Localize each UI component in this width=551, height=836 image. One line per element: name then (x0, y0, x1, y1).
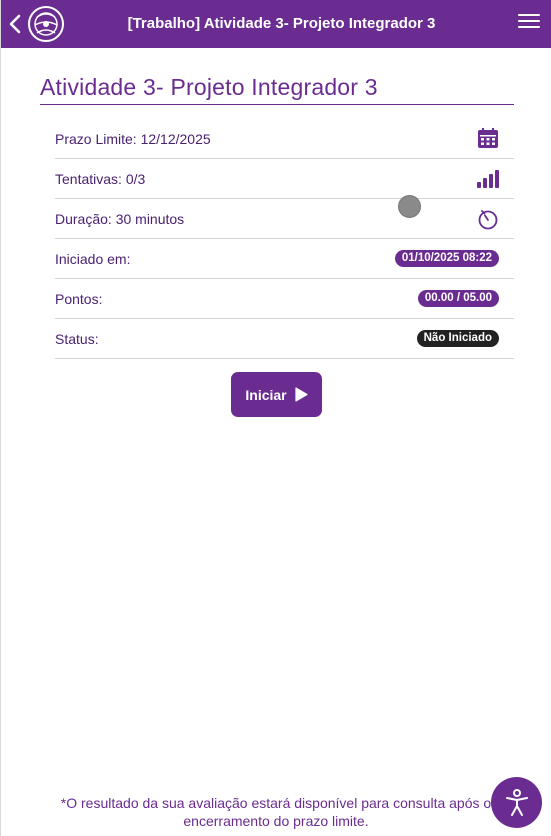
play-icon (295, 387, 308, 402)
started-date-badge: 01/10/2025 08:22 (394, 250, 499, 267)
activity-info-list: Prazo Limite: 12/12/2025 Tentativas: 0/3 (55, 119, 514, 359)
page-title: Atividade 3- Projeto Integrador 3 (40, 74, 514, 105)
header-title: [Trabalho] Atividade 3- Projeto Integrad… (127, 15, 436, 32)
attempts-label: Tentativas: 0/3 (55, 170, 146, 187)
started-label: Iniciado em: (55, 250, 131, 267)
accessibility-icon (505, 788, 528, 816)
top-app-bar: [Trabalho] Atividade 3- Projeto Integrad… (1, 0, 551, 48)
menu-bar (518, 26, 540, 28)
timer-icon (476, 207, 500, 231)
chevron-left-icon (9, 14, 21, 34)
back-button[interactable] (5, 12, 25, 36)
deadline-label: Prazo Limite: 12/12/2025 (55, 130, 211, 147)
calendar-icon (476, 127, 500, 151)
touch-indicator (398, 195, 421, 218)
result-availability-note: *O resultado da sua avaliação estará dis… (60, 795, 492, 829)
app-logo (27, 3, 65, 45)
menu-bar (518, 20, 540, 22)
points-label: Pontos: (55, 290, 103, 307)
points-badge: 00.00 / 05.00 (417, 290, 499, 307)
status-label: Status: (55, 330, 99, 347)
start-button[interactable]: Iniciar (231, 372, 322, 417)
duration-row: Duração: 30 minutos (55, 199, 514, 239)
accessibility-button[interactable] (491, 777, 542, 828)
status-badge: Não Iniciado (416, 330, 499, 347)
status-row: Status: Não Iniciado (55, 319, 514, 359)
duration-label: Duração: 30 minutos (55, 210, 185, 227)
attempts-row: Tentativas: 0/3 (55, 159, 514, 199)
deadline-row: Prazo Limite: 12/12/2025 (55, 119, 514, 159)
signal-bars-icon (476, 167, 500, 191)
start-button-label: Iniciar (245, 386, 287, 403)
points-row: Pontos: 00.00 / 05.00 (55, 279, 514, 319)
hamburger-menu-button[interactable] (518, 14, 540, 34)
menu-bar (518, 14, 540, 16)
started-row: Iniciado em: 01/10/2025 08:22 (55, 239, 514, 279)
